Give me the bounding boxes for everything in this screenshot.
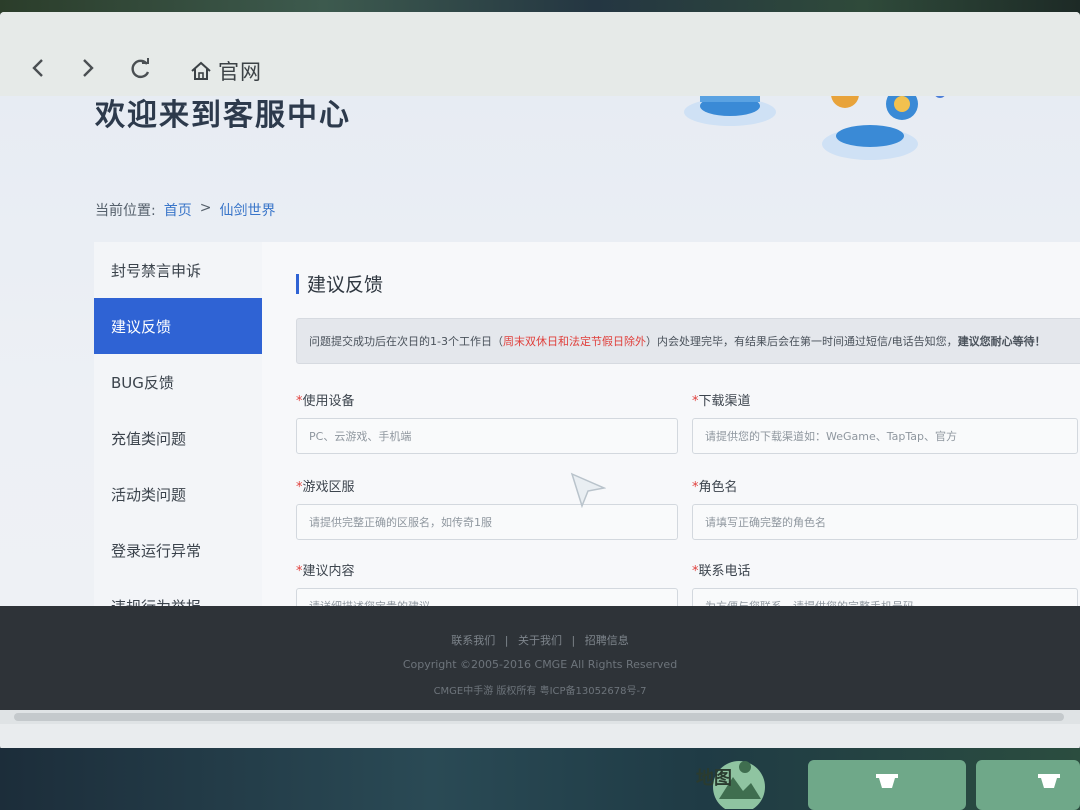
footer-icp: CMGE中手游 版权所有 粤ICP备13052678号-7 bbox=[433, 686, 647, 697]
forward-button[interactable] bbox=[80, 58, 96, 84]
back-button[interactable] bbox=[30, 58, 46, 84]
feedback-form: 建议反馈 问题提交成功后在次日的1-3个工作日（ 周末双休日和法定节假日除外 ）内会… bbox=[262, 242, 1080, 606]
phone-label: *联系电话 bbox=[692, 560, 751, 579]
chevron-left-icon bbox=[32, 59, 43, 77]
page-footer: 联系我们 | 关于我们 | 招聘信息 Copyright ©2005-2016 … bbox=[0, 606, 1080, 710]
device-label-text: 使用设备 bbox=[302, 394, 355, 409]
notice-banner: 问题提交成功后在次日的1-3个工作日（ 周末双休日和法定节假日除外 ）内会处理完毕，… bbox=[296, 318, 1080, 364]
breadcrumb-current-link[interactable]: 仙剑世界 bbox=[219, 200, 275, 220]
footer-links: 联系我们 | 关于我们 | 招聘信息 bbox=[0, 632, 1080, 648]
refresh-button[interactable] bbox=[130, 58, 152, 86]
role-label-text: 角色名 bbox=[698, 480, 738, 495]
sidebar-item-report-violation[interactable]: 违规行为举报 bbox=[94, 578, 262, 607]
footer-divider: | bbox=[504, 634, 509, 647]
channel-input[interactable]: 请提供您的下载渠道如：WeGame、TapTap、官方 bbox=[692, 418, 1078, 454]
sidebar-item-feedback[interactable]: 建议反馈 bbox=[94, 298, 262, 354]
footer-link-contact[interactable]: 联系我们 bbox=[451, 634, 495, 647]
cup-icon bbox=[1038, 774, 1060, 788]
footer-link-jobs[interactable]: 招聘信息 bbox=[585, 634, 629, 647]
channel-label-text: 下载渠道 bbox=[698, 394, 751, 409]
hero-illustration bbox=[684, 96, 945, 160]
notice-text-1: 问题提交成功后在次日的1-3个工作日（ bbox=[309, 335, 503, 348]
server-input[interactable]: 请提供完整正确的区服名，如传奇1服 bbox=[296, 504, 678, 540]
notice-text-2: ）内会处理完毕，有结果后会在第一时间通过短信/电话告知您， bbox=[645, 335, 958, 348]
pointer-cursor-icon bbox=[570, 472, 606, 508]
section-title: 建议反馈 bbox=[296, 270, 383, 297]
page-title: 欢迎来到客服中心 bbox=[95, 98, 351, 133]
phone-input[interactable]: 为方便与您联系，请提供您的完整手机号码 bbox=[692, 588, 1078, 606]
browser-window: 官网 欢迎来到客服中心 当前位置: 首页 > 仙剑世界 封号禁言申诉 建议反馈 … bbox=[0, 12, 1080, 750]
content-label-text: 建议内容 bbox=[302, 564, 355, 579]
server-label-text: 游戏区服 bbox=[302, 480, 355, 495]
title-accent-bar bbox=[296, 273, 299, 294]
sidebar-item-events[interactable]: 活动类问题 bbox=[94, 466, 262, 522]
content-input[interactable]: 请详细描述您宝贵的建议 bbox=[296, 588, 678, 606]
game-hud-tile[interactable] bbox=[976, 760, 1080, 810]
home-icon bbox=[191, 61, 211, 80]
home-link[interactable]: 官网 bbox=[190, 56, 262, 86]
refresh-icon bbox=[131, 58, 150, 79]
role-input[interactable]: 请填写正确完整的角色名 bbox=[692, 504, 1078, 540]
content-label: *建议内容 bbox=[296, 560, 355, 579]
chevron-right-icon bbox=[83, 59, 94, 77]
breadcrumb-separator: > bbox=[199, 200, 212, 216]
browser-toolbar: 官网 bbox=[0, 12, 1080, 96]
breadcrumb-home-link[interactable]: 首页 bbox=[164, 200, 192, 220]
channel-label: *下载渠道 bbox=[692, 390, 751, 409]
map-button-label: 地图 bbox=[696, 768, 732, 789]
sidebar-item-ban-appeal[interactable]: 封号禁言申诉 bbox=[94, 242, 262, 298]
map-button[interactable]: 地图 bbox=[696, 752, 776, 810]
footer-divider: | bbox=[571, 634, 576, 647]
sidebar: 封号禁言申诉 建议反馈 BUG反馈 充值类问题 活动类问题 登录运行异常 违规行… bbox=[94, 242, 262, 606]
notice-text-bold: 建议您耐心等待！ bbox=[957, 335, 1046, 348]
phone-label-text: 联系电话 bbox=[698, 564, 751, 579]
role-label: *角色名 bbox=[692, 476, 738, 495]
cup-icon bbox=[876, 774, 898, 788]
footer-copyright: Copyright ©2005-2016 CMGE All Rights Res… bbox=[402, 658, 678, 671]
sidebar-item-bug-report[interactable]: BUG反馈 bbox=[94, 354, 262, 410]
server-label: *游戏区服 bbox=[296, 476, 355, 495]
sidebar-item-recharge[interactable]: 充值类问题 bbox=[94, 410, 262, 466]
game-hud-tile[interactable] bbox=[808, 760, 966, 810]
device-input[interactable]: PC、云游戏、手机端 bbox=[296, 418, 678, 454]
notice-text-highlight: 周末双休日和法定节假日除外 bbox=[502, 335, 646, 348]
page-viewport: 欢迎来到客服中心 当前位置: 首页 > 仙剑世界 封号禁言申诉 建议反馈 BUG… bbox=[0, 96, 1080, 606]
section-title-text: 建议反馈 bbox=[307, 274, 384, 296]
device-label: *使用设备 bbox=[296, 390, 355, 409]
breadcrumb: 当前位置: 首页 > 仙剑世界 bbox=[95, 200, 275, 220]
footer-link-about[interactable]: 关于我们 bbox=[518, 634, 562, 647]
home-link-label: 官网 bbox=[218, 60, 262, 84]
horizontal-scrollbar[interactable] bbox=[0, 710, 1080, 724]
sidebar-item-login-issues[interactable]: 登录运行异常 bbox=[94, 522, 262, 578]
breadcrumb-prefix: 当前位置: bbox=[95, 203, 156, 219]
scrollbar-thumb[interactable] bbox=[14, 713, 1064, 721]
